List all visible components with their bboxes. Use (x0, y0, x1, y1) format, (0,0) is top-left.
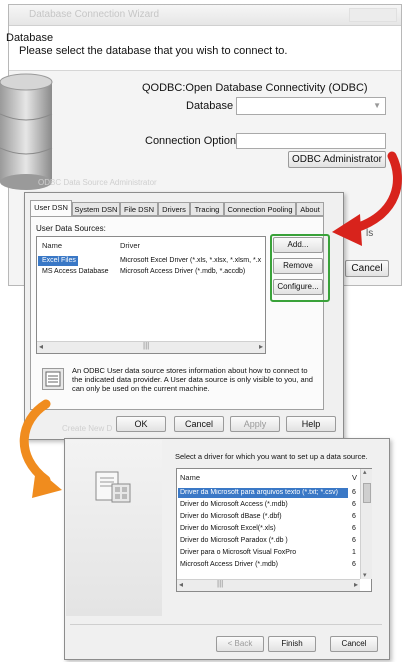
scroll-right-icon[interactable]: ▸ (259, 342, 263, 351)
scroll-right-icon[interactable]: ▸ (354, 580, 358, 589)
wizard-heading: Database (6, 32, 54, 44)
finish-button[interactable]: Finish (268, 636, 316, 652)
orange-arrow-icon (19, 399, 62, 498)
scroll-thumb-grip-icon: ||| (217, 579, 224, 588)
wizard-titlebar: Database Connection Wizard (9, 5, 401, 26)
wizard-cancel-button[interactable]: Cancel (345, 260, 389, 277)
horizontal-scrollbar[interactable]: ◂ ||| ▸ (37, 341, 265, 353)
select-driver-prompt: Select a driver for which you want to se… (175, 452, 368, 461)
list-item[interactable]: Driver do Microsoft dBase (*.dbf) (180, 513, 282, 520)
list-item[interactable]: Driver do Microsoft Excel(*.xls) (180, 525, 276, 532)
list-item-driver[interactable]: Microsoft Access Driver (*.mdb, *.accdb) (120, 268, 245, 275)
window-controls[interactable] (349, 8, 397, 22)
dialog-separator (70, 624, 382, 625)
cancel-button[interactable]: Cancel (174, 416, 224, 432)
user-data-sources-list[interactable] (36, 236, 266, 354)
scroll-left-icon[interactable]: ◂ (39, 342, 43, 351)
list-item[interactable]: Driver do Microsoft Paradox (*.db ) (180, 537, 288, 544)
scroll-thumb[interactable] (363, 483, 371, 503)
remove-button[interactable]: Remove (273, 258, 323, 274)
info-text: An ODBC User data source stores informat… (72, 366, 313, 393)
back-button[interactable]: < Back (216, 636, 264, 652)
tab-connection-pooling[interactable]: Connection Pooling (224, 202, 296, 216)
list-item-version: 6 (352, 537, 356, 544)
list-item-version: 6 (352, 525, 356, 532)
help-button[interactable]: Help (286, 416, 336, 432)
column-header-version: V (352, 473, 358, 482)
database-select[interactable]: ▼ (236, 97, 386, 115)
database-icon (0, 73, 53, 190)
wizard-title: Database Connection Wizard (29, 9, 160, 20)
connection-options-label: Connection Options (145, 135, 242, 147)
column-header-driver: Driver (120, 241, 140, 250)
apply-button[interactable]: Apply (230, 416, 280, 432)
tab-file-dsn[interactable]: File DSN (120, 202, 158, 216)
tab-user-dsn[interactable]: User DSN (30, 200, 72, 217)
database-label: Database (186, 100, 234, 112)
tab-system-dsn[interactable]: System DSN (72, 202, 120, 216)
horizontal-scrollbar[interactable]: ◂ ||| ▸ (177, 579, 360, 591)
column-header-name: Name (42, 241, 63, 250)
wizard-subheading: Please select the database that you wish… (19, 45, 288, 57)
vertical-scrollbar[interactable]: ▴ ▾ (360, 469, 372, 579)
cancel-button[interactable]: Cancel (330, 636, 378, 652)
ok-button[interactable]: OK (116, 416, 166, 432)
scroll-thumb-grip-icon: ||| (143, 341, 150, 350)
user-data-sources-label: User Data Sources: (36, 224, 106, 233)
list-item-version: 6 (352, 513, 356, 520)
configure-button[interactable]: Configure... (273, 279, 323, 295)
scroll-left-icon[interactable]: ◂ (179, 580, 183, 589)
column-header-name: Name (180, 473, 201, 482)
list-item-driver[interactable]: Microsoft Excel Driver (*.xls, *.xlsx, *… (120, 257, 264, 264)
ghost-admin-title: ODBC Data Source Administrator (38, 178, 157, 187)
list-item[interactable]: Driver do Microsoft Access (*.mdb) (180, 501, 288, 508)
chevron-down-icon: ▼ (373, 101, 381, 110)
list-item[interactable]: Driver para o Microsoft Visual FoxPro (180, 549, 296, 556)
data-source-graphic-icon (95, 471, 131, 503)
list-item-name[interactable]: Excel Files (42, 257, 76, 264)
connection-options-input[interactable] (236, 133, 386, 149)
list-item-name[interactable]: MS Access Database (42, 268, 109, 275)
list-item-version: 1 (352, 549, 356, 556)
data-source-info-icon (42, 368, 64, 390)
list-item[interactable]: Microsoft Access Driver (*.mdb) (180, 561, 278, 568)
tab-tracing[interactable]: Tracing (190, 202, 224, 216)
add-button[interactable]: Add... (273, 237, 323, 253)
scroll-up-icon[interactable]: ▴ (363, 468, 367, 476)
list-item-version: 6 (352, 561, 356, 568)
list-item-version: 6 (352, 489, 356, 496)
odbc-title: QODBC:Open Database Connectivity (ODBC) (142, 82, 368, 94)
list-item[interactable]: Driver da Microsoft para arquivos texto … (180, 489, 348, 496)
list-item-version: 6 (352, 501, 356, 508)
scroll-down-icon[interactable]: ▾ (363, 571, 367, 579)
tab-drivers[interactable]: Drivers (158, 202, 190, 216)
red-arrow-icon (332, 151, 402, 246)
